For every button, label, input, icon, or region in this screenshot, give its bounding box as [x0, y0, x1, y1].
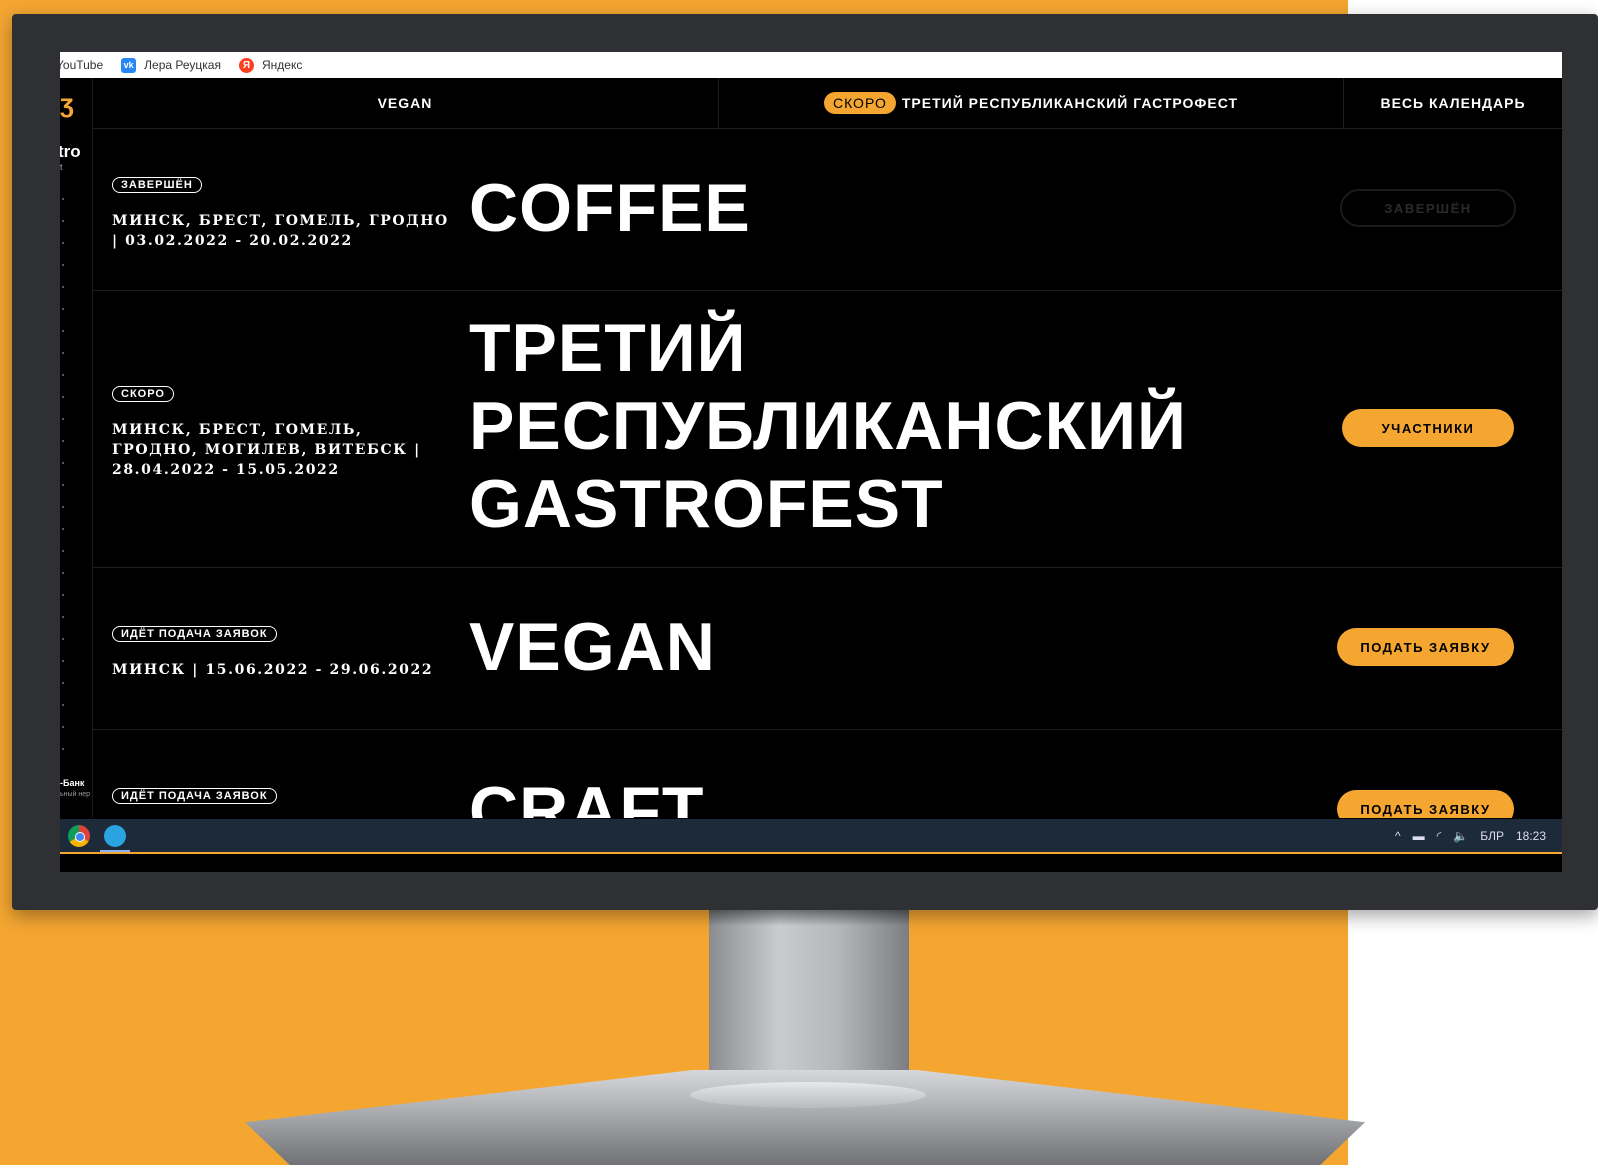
site-sidebar: ʒ tro t -Банк ьный нер [60, 78, 93, 824]
event-row-gastrofest: СКОРО МИНСК, БРЕСТ, ГОМЕЛЬ, ГРОДНО, МОГИ… [92, 291, 1562, 568]
status-badge: ИДЁТ ПОДАЧА ЗАЯВОК [112, 788, 277, 804]
event-location: МИНСК, БРЕСТ, ГОМЕЛЬ, ГРОДНО | 03.02.202… [112, 213, 449, 249]
logo-subtext: t [60, 162, 63, 172]
nav-item-calendar[interactable]: ВЕСЬ КАЛЕНДАРЬ [1344, 78, 1562, 128]
bookmark-label: Лера Реуцкая [144, 58, 221, 72]
event-location: МИНСК, БРЕСТ, ГОМЕЛЬ, ГРОДНО, МОГИЛЕВ, В… [112, 422, 421, 478]
status-badge: ЗАВЕРШЁН [112, 177, 202, 193]
participants-button[interactable]: УЧАСТНИКИ [1342, 409, 1514, 447]
bookmark-vk[interactable]: vk Лера Реуцкая [121, 57, 221, 73]
event-title-line-3[interactable]: GASTROFEST [469, 465, 944, 543]
event-row-vegan: ИДЁТ ПОДАЧА ЗАЯВОК МИНСК | 15.06.2022 - … [92, 568, 1562, 730]
vk-icon: vk [121, 57, 137, 73]
tray-expand-icon[interactable]: ^ [1395, 829, 1401, 843]
nav-soon-title: ТРЕТИЙ РЕСПУБЛИКАНСКИЙ ГАСТРОФЕСТ [901, 95, 1239, 111]
screen-bottom-edge [60, 852, 1562, 854]
system-tray: ^ ▬ ◜ 🔈 БЛР 18:23 [1383, 819, 1546, 853]
chrome-icon[interactable] [68, 825, 90, 847]
nav-item-soon[interactable]: СКОРО ТРЕТИЙ РЕСПУБЛИКАНСКИЙ ГАСТРОФЕСТ [719, 78, 1344, 128]
windows-taskbar: ^ ▬ ◜ 🔈 БЛР 18:23 [60, 818, 1562, 853]
keyboard-language[interactable]: БЛР [1480, 829, 1504, 843]
event-title-line-2[interactable]: РЕСПУБЛИКАНСКИЙ [469, 387, 1187, 465]
bookmark-label: Яндекс [261, 58, 303, 72]
event-title[interactable]: COFFEE [469, 169, 751, 247]
volume-icon[interactable]: 🔈 [1453, 829, 1468, 843]
nav-vegan-label: VEGAN [377, 95, 433, 111]
partner-bank-label[interactable]: -Банк [60, 778, 84, 788]
sidebar-dotted-line [62, 198, 64, 758]
wifi-icon[interactable]: ◜ [1437, 829, 1442, 843]
event-title-line-1[interactable]: ТРЕТИЙ [469, 309, 747, 387]
soon-badge: СКОРО [823, 92, 896, 114]
battery-icon[interactable]: ▬ [1413, 829, 1425, 843]
logo-text[interactable]: tro [60, 142, 81, 162]
monitor-neck-shadow [709, 910, 909, 926]
bookmark-label: YouTube [60, 58, 104, 72]
partner-bank-subtext: ьный нер [60, 791, 91, 798]
bookmark-yandex[interactable]: Я Яндекс [238, 57, 303, 73]
status-badge: ИДЁТ ПОДАЧА ЗАЯВОК [112, 626, 277, 642]
status-badge: СКОРО [112, 386, 174, 402]
event-title[interactable]: VEGAN [469, 608, 716, 686]
bookmarks-bar: YouTube vk Лера Реуцкая Я Яндекс [60, 52, 1562, 78]
monitor-screen: YouTube vk Лера Реуцкая Я Яндекс ʒ tro t… [60, 52, 1562, 872]
nav-calendar-label: ВЕСЬ КАЛЕНДАРЬ [1380, 95, 1526, 111]
monitor-stand-joint [690, 1082, 926, 1108]
yandex-icon: Я [238, 57, 254, 73]
clock[interactable]: 18:23 [1516, 829, 1546, 843]
event-top-nav: VEGAN СКОРО ТРЕТИЙ РЕСПУБЛИКАНСКИЙ ГАСТР… [92, 78, 1562, 129]
apply-button[interactable]: ПОДАТЬ ЗАЯВКУ [1337, 628, 1514, 666]
event-location: МИНСК | 15.06.2022 - 29.06.2022 [112, 662, 434, 678]
nav-item-vegan[interactable]: VEGAN [92, 78, 719, 128]
telegram-icon[interactable] [104, 825, 126, 847]
bookmark-youtube[interactable]: YouTube [60, 58, 103, 72]
logo-icon[interactable]: ʒ [60, 90, 74, 132]
event-row-coffee: ЗАВЕРШЁН МИНСК, БРЕСТ, ГОМЕЛЬ, ГРОДНО | … [92, 129, 1562, 291]
event-finished-button[interactable]: ЗАВЕРШЁН [1340, 189, 1516, 227]
